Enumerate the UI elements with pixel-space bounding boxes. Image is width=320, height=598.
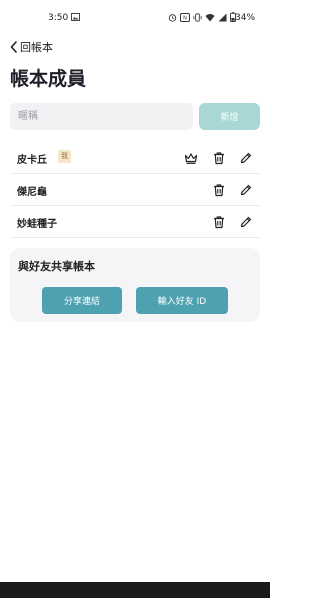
me-badge: 我 xyxy=(58,150,71,163)
share-card: 與好友共享帳本 分享連結 輸入好友 ID xyxy=(10,248,260,322)
signal-icon xyxy=(218,13,227,21)
member-row: 皮卡丘 我 xyxy=(10,142,260,174)
crown-icon[interactable] xyxy=(184,151,198,165)
enter-friend-id-button[interactable]: 輸入好友 ID xyxy=(136,287,228,314)
back-link-label: 回帳本 xyxy=(20,41,53,54)
trash-icon[interactable] xyxy=(212,183,226,197)
status-bar: 3:50 N 34% xyxy=(0,0,270,36)
wifi-icon xyxy=(205,13,215,21)
member-list: 皮卡丘 我 傑尼龜 妙蛙種子 xyxy=(10,142,260,238)
member-row: 妙蛙種子 xyxy=(10,206,260,238)
alarm-icon xyxy=(168,13,177,22)
vibrate-icon xyxy=(193,12,202,22)
pencil-icon[interactable] xyxy=(239,183,253,197)
add-member-button[interactable]: 新增 xyxy=(199,103,260,130)
gallery-icon xyxy=(71,13,80,21)
trash-icon[interactable] xyxy=(212,151,226,165)
status-time: 3:50 xyxy=(48,13,69,23)
system-icons: N xyxy=(168,12,236,22)
page-title: 帳本成員 xyxy=(10,68,87,90)
member-name: 皮卡丘 xyxy=(17,155,47,166)
chevron-left-icon xyxy=(10,41,17,53)
member-row: 傑尼龜 xyxy=(10,174,260,206)
svg-text:N: N xyxy=(183,15,187,21)
member-name: 傑尼龜 xyxy=(17,187,47,198)
share-link-button[interactable]: 分享連結 xyxy=(42,287,122,314)
navigation-bar xyxy=(0,582,270,598)
trash-icon[interactable] xyxy=(212,215,226,229)
pencil-icon[interactable] xyxy=(239,151,253,165)
back-link[interactable]: 回帳本 xyxy=(9,39,53,55)
member-name: 妙蛙種子 xyxy=(17,219,57,230)
nfc-icon: N xyxy=(180,12,190,22)
share-card-title: 與好友共享帳本 xyxy=(18,260,95,273)
nickname-input[interactable] xyxy=(10,103,193,130)
battery-percent: 34% xyxy=(235,13,256,23)
pencil-icon[interactable] xyxy=(239,215,253,229)
